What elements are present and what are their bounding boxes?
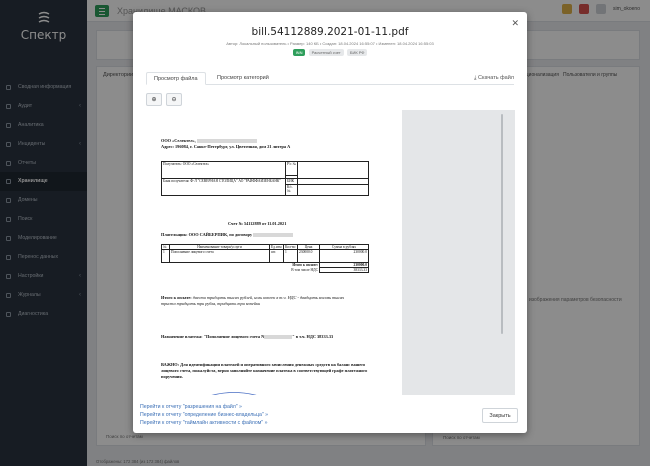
cell-name: Пополнение лицевого счета bbox=[169, 249, 270, 263]
category-badges: INN Расчетный счет БИК РФ bbox=[133, 49, 527, 56]
pdf-important-note: ВАЖНО: Для идентификации платежей и опер… bbox=[161, 362, 368, 379]
zoom-in-icon: ⊕ bbox=[151, 97, 157, 103]
pdf-company: ООО «Селектел», bbox=[161, 138, 257, 144]
invoice-table: № Наименование товара/услуги Ед.изм Кол-… bbox=[161, 244, 369, 273]
zoom-out-button[interactable]: ⊖ bbox=[166, 93, 182, 106]
rs-label: Р/с № bbox=[285, 160, 298, 177]
vat-label: В том числе НДС bbox=[291, 267, 318, 272]
link-file-permissions[interactable]: Перейти к отчету "разрешения на файл" » bbox=[140, 403, 268, 411]
file-preview-modal: ✕ bill.54112889.2021-01-11.pdf Автор: Ло… bbox=[133, 12, 527, 433]
pdf-payer: Плательщик: ООО САЙБЕРПИК, по договору bbox=[161, 232, 294, 238]
cell-qty: 1 bbox=[283, 249, 298, 263]
pdf-bank: Банк получателя: Ф-Л "СЕВЕРНАЯ СТОЛИЦА" … bbox=[161, 178, 286, 196]
cell-sum: 230000.0 bbox=[319, 249, 369, 263]
pdf-amount-words: Итого к оплате: двести тридцать тысяч ру… bbox=[161, 295, 345, 306]
close-button[interactable]: Закрыть bbox=[482, 408, 518, 423]
bank-details-table: Получатель: ООО «Селектел» Р/с № Банк пол… bbox=[161, 160, 369, 196]
download-label: Скачать файл bbox=[477, 75, 514, 81]
tab-categories-view[interactable]: Просмотр категорий bbox=[210, 72, 276, 85]
pdf-recipient: Получатель: ООО «Селектел» bbox=[161, 161, 286, 179]
cell-no: 1 bbox=[161, 249, 170, 263]
cell-price: 230000.0 bbox=[297, 249, 320, 263]
pdf-page: ООО «Селектел», Адрес: 196084, г. Санкт-… bbox=[146, 110, 402, 395]
th-qty: Кол-во bbox=[283, 244, 298, 250]
zoom-in-button[interactable]: ⊕ bbox=[146, 93, 162, 106]
pdf-invoice-title: Счет № 54112889 от 11.01.2021 bbox=[228, 221, 287, 226]
pdf-viewer[interactable]: ООО «Селектел», Адрес: 196084, г. Санкт-… bbox=[146, 110, 515, 395]
stamp-fragment bbox=[211, 392, 257, 395]
link-business-owner[interactable]: Перейти к отчету "определение бизнес-вла… bbox=[140, 411, 268, 419]
badge-inn: INN bbox=[292, 49, 306, 56]
link-activity-timeline[interactable]: Перейти к отчету "таймлайн активности с … bbox=[140, 419, 268, 427]
pdf-scrollbar[interactable] bbox=[501, 114, 503, 334]
report-links: Перейти к отчету "разрешения на файл" » … bbox=[140, 403, 268, 427]
tab-file-view[interactable]: Просмотр файла bbox=[146, 72, 206, 85]
cell-unit: шт. bbox=[269, 249, 284, 263]
zoom-out-icon: ⊖ bbox=[171, 97, 177, 103]
badge-account: Расчетный счет bbox=[308, 49, 344, 56]
modal-title: bill.54112889.2021-01-11.pdf bbox=[251, 26, 409, 38]
file-meta: Автор: Локальный пользователь • Размер: … bbox=[226, 41, 434, 46]
ks-label: К/с. № bbox=[285, 184, 298, 196]
modal-tabs: Просмотр файла Просмотр категорий ⤓ Скач… bbox=[146, 72, 514, 85]
download-link[interactable]: ⤓ Скачать файл bbox=[474, 72, 514, 85]
th-unit: Ед.изм bbox=[269, 244, 284, 250]
pdf-address: Адрес: 196084, г. Санкт-Петербург, ул. Ц… bbox=[161, 144, 291, 149]
badge-bik: БИК РФ bbox=[346, 49, 368, 56]
pdf-purpose: Назначение платежа: "Пополнение лицевого… bbox=[161, 334, 334, 340]
vat-value: 38333.33 bbox=[319, 267, 369, 273]
